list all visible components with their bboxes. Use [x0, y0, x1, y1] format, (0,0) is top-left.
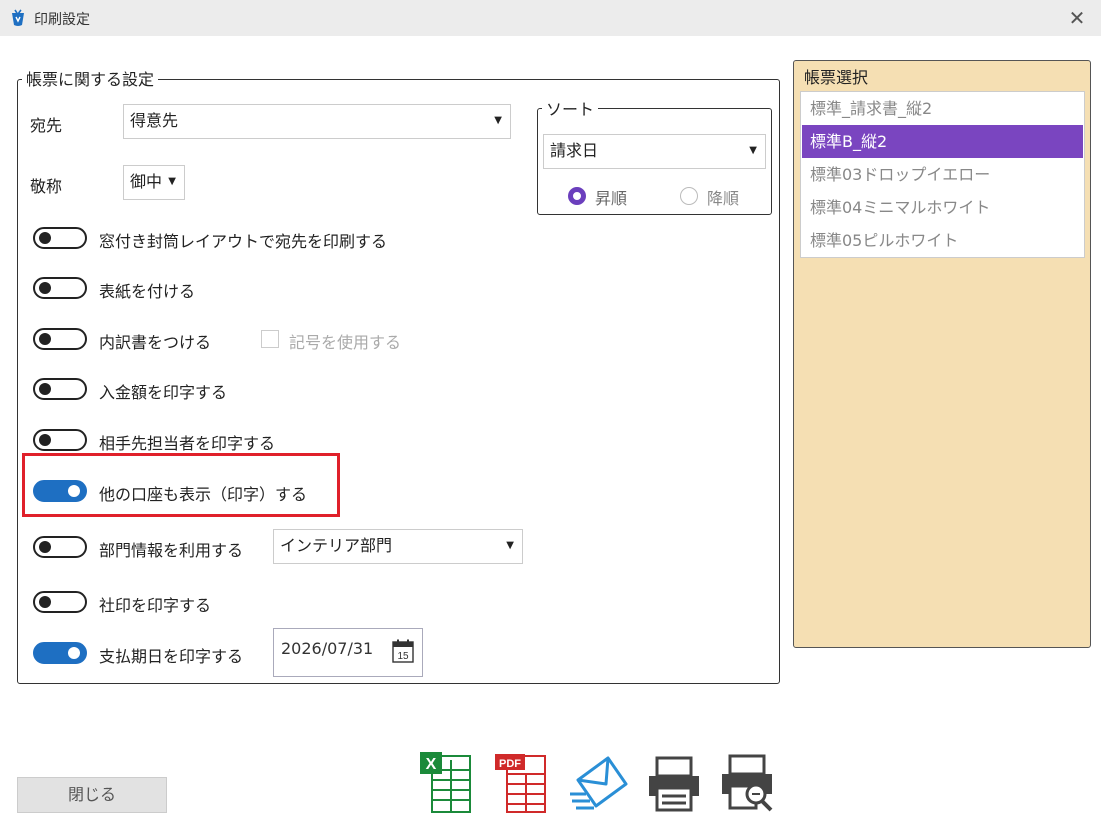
honorific-select[interactable]: 御中 ▼	[123, 165, 185, 200]
department-select[interactable]: インテリア部門 ▼	[273, 529, 523, 564]
descending-label: 降順	[707, 189, 740, 208]
honorific-value: 御中	[130, 172, 163, 191]
toggle-knob	[39, 333, 51, 345]
toggle-due-date-label: 支払期日を印字する	[99, 647, 244, 666]
email-send-icon[interactable]	[568, 754, 630, 810]
form-list: 標準_請求書_縦2 標準B_縦2 標準03ドロップイエロー 標準04ミニマルホワ…	[800, 91, 1085, 258]
toggle-breakdown-label: 内訳書をつける	[99, 333, 212, 352]
chevron-down-icon: ▼	[168, 176, 176, 187]
recipient-value: 得意先	[130, 111, 179, 130]
sort-legend: ソート	[542, 96, 599, 120]
toggle-department[interactable]	[33, 536, 87, 558]
toggle-due-date[interactable]	[33, 642, 87, 664]
report-settings-legend: 帳票に関する設定	[22, 66, 159, 90]
pdf-export-icon[interactable]: PDF	[493, 750, 547, 814]
sort-select[interactable]: 請求日 ▼	[543, 134, 766, 169]
toggle-knob	[39, 383, 51, 395]
close-button[interactable]: 閉じる	[17, 777, 167, 813]
toggle-knob	[39, 434, 51, 446]
app-logo-icon	[12, 9, 24, 26]
use-symbol-label: 記号を使用する	[289, 333, 402, 352]
toggle-department-label: 部門情報を利用する	[99, 541, 244, 560]
svg-text:PDF: PDF	[499, 758, 521, 770]
toggle-knob	[39, 596, 51, 608]
excel-export-icon[interactable]: X	[418, 750, 472, 814]
descending-radio[interactable]	[680, 187, 698, 205]
honorific-label: 敬称	[30, 177, 63, 196]
calendar-icon[interactable]: 15	[392, 639, 414, 663]
toggle-payment-amount-label: 入金額を印字する	[99, 383, 228, 402]
toggle-breakdown[interactable]	[33, 328, 87, 350]
svg-text:X: X	[426, 756, 437, 773]
chevron-down-icon: ▼	[506, 540, 514, 551]
toggle-knob	[39, 232, 51, 244]
recipient-select[interactable]: 得意先 ▼	[123, 104, 511, 139]
due-date-field[interactable]: 2026/07/31 15	[273, 628, 423, 677]
form-list-item[interactable]: 標準03ドロップイエロー	[802, 158, 1083, 191]
ascending-label: 昇順	[595, 189, 628, 208]
toggle-knob	[39, 282, 51, 294]
toggle-other-accounts-label: 他の口座も表示（印字）する	[99, 485, 308, 504]
form-list-item-selected[interactable]: 標準B_縦2	[802, 125, 1083, 158]
printer-icon[interactable]	[645, 756, 703, 812]
toggle-cover-page-label: 表紙を付ける	[99, 282, 196, 301]
chevron-down-icon: ▼	[749, 145, 757, 156]
department-value: インテリア部門	[280, 536, 393, 555]
due-date-value: 2026/07/31	[281, 639, 374, 658]
form-list-item[interactable]: 標準05ピルホワイト	[802, 224, 1083, 257]
toggle-knob	[68, 485, 80, 497]
toggle-cover-page[interactable]	[33, 277, 87, 299]
form-list-item[interactable]: 標準_請求書_縦2	[802, 92, 1083, 125]
close-window-icon[interactable]: ✕	[1065, 6, 1089, 30]
title-bar: 印刷設定 ✕	[0, 0, 1101, 36]
print-preview-icon[interactable]	[718, 752, 776, 812]
toggle-other-accounts[interactable]	[33, 480, 87, 502]
window-title: 印刷設定	[34, 12, 90, 28]
toggle-payment-amount[interactable]	[33, 378, 87, 400]
recipient-label: 宛先	[30, 116, 63, 135]
toggle-contact-person[interactable]	[33, 429, 87, 451]
toggle-knob	[68, 647, 80, 659]
sort-value: 請求日	[550, 141, 599, 160]
form-list-item[interactable]: 標準04ミニマルホワイト	[802, 191, 1083, 224]
ascending-radio[interactable]	[568, 187, 586, 205]
form-select-legend: 帳票選択	[800, 64, 873, 88]
toggle-window-envelope-label: 窓付き封筒レイアウトで宛先を印刷する	[99, 232, 388, 251]
toggle-company-seal[interactable]	[33, 591, 87, 613]
svg-text:15: 15	[397, 651, 409, 662]
toggle-knob	[39, 541, 51, 553]
chevron-down-icon: ▼	[494, 115, 502, 126]
use-symbol-checkbox[interactable]	[261, 330, 279, 348]
toggle-company-seal-label: 社印を印字する	[99, 596, 212, 615]
toggle-window-envelope[interactable]	[33, 227, 87, 249]
toggle-contact-person-label: 相手先担当者を印字する	[99, 434, 276, 453]
